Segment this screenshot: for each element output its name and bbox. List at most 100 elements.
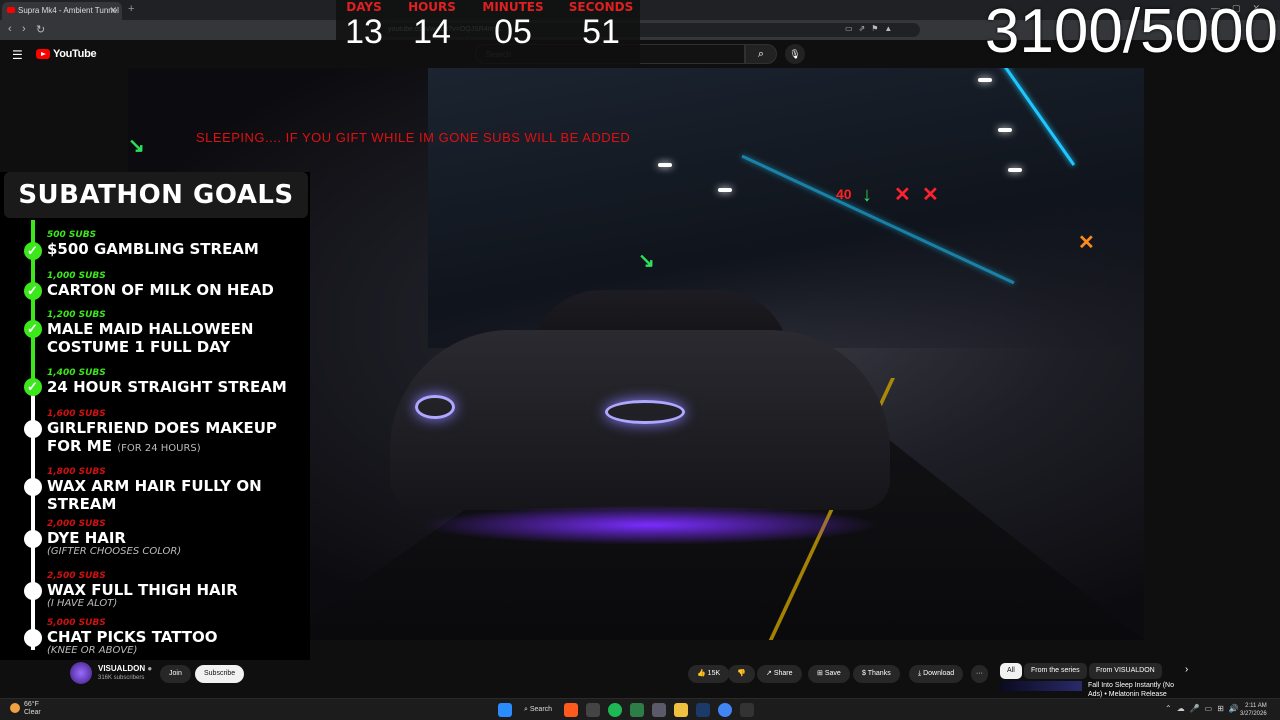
goal-requirement: 1,400 SUBS xyxy=(47,368,106,378)
verified-icon: ● xyxy=(147,664,153,673)
tunnel-lamp xyxy=(658,163,672,167)
goal-check-icon xyxy=(24,378,42,396)
goal-name: WAX FULL THIGH HAIR xyxy=(47,581,238,599)
save-button[interactable]: ⊞ Save xyxy=(808,665,850,683)
download-button[interactable]: ⤓ Download xyxy=(909,665,964,683)
tab-title: Supra Mk4 - Ambient Tunnel xyxy=(18,6,119,15)
countdown-value: 13 xyxy=(345,13,383,51)
reload-icon[interactable]: ↻ xyxy=(36,23,45,36)
chip-from-channel[interactable]: From VISUALDON xyxy=(1089,663,1162,679)
file-explorer-icon[interactable] xyxy=(674,703,689,717)
close-tab-icon[interactable]: ✕ xyxy=(109,5,117,16)
task-view-icon[interactable] xyxy=(586,703,601,717)
goal-subtext: (GIFTER CHOOSES COLOR) xyxy=(47,546,182,557)
download-label: Download xyxy=(923,670,955,677)
forward-icon[interactable]: › xyxy=(22,23,26,35)
xbox-icon[interactable] xyxy=(630,703,645,717)
goal-name: $500 GAMBLING STREAM xyxy=(47,240,259,258)
back-icon[interactable]: ‹ xyxy=(8,23,12,35)
goal-requirement: 1,000 SUBS xyxy=(47,271,106,281)
goal-check-icon xyxy=(24,242,42,260)
chip-all[interactable]: All xyxy=(1000,663,1022,679)
countdown-days: DAYS 13 xyxy=(340,0,388,50)
subscribe-button[interactable]: Subscribe xyxy=(195,665,245,683)
lane-closed-x-icon: ✕ xyxy=(922,184,939,206)
subathon-goals-panel: SUBATHON GOALS 500 SUBS $500 GAMBLING ST… xyxy=(0,172,310,662)
more-actions-button[interactable]: ··· xyxy=(971,665,988,683)
spotify-icon[interactable] xyxy=(608,703,623,717)
recommendation-title[interactable]: Fall Into Sleep Instantly (No Ads) • Mel… xyxy=(1088,681,1188,699)
goal-requirement: 1,200 SUBS xyxy=(47,310,106,320)
goal-item: 1,200 SUBS MALE MAID HALLOWEEN COSTUME 1… xyxy=(0,310,310,360)
mic-icon: 🎙 xyxy=(789,49,801,59)
headlight-icon xyxy=(605,400,685,424)
recommendation-thumbnail[interactable] xyxy=(1000,681,1082,691)
youtube-logo-text: YouTube xyxy=(53,48,97,60)
share-button[interactable]: ↗ Share xyxy=(757,665,802,683)
chevron-right-icon[interactable]: › xyxy=(1185,664,1188,675)
goal-item: 500 SUBS $500 GAMBLING STREAM xyxy=(0,230,310,264)
voice-search-button[interactable]: 🎙 xyxy=(785,44,805,64)
countdown-value: 51 xyxy=(582,13,620,51)
goal-subtext: (I HAVE ALOT) xyxy=(47,598,118,609)
youtube-play-icon xyxy=(36,49,50,59)
menu-icon[interactable]: ☰ xyxy=(12,48,23,62)
save-label: Save xyxy=(824,670,841,677)
steam-icon[interactable] xyxy=(696,703,711,717)
goal-check-icon xyxy=(24,282,42,300)
channel-name[interactable]: VISUALDON ● xyxy=(98,664,152,673)
youtube-logo[interactable]: YouTube xyxy=(36,48,97,60)
chrome-icon[interactable] xyxy=(718,703,733,717)
thumbs-down-icon: 👎 xyxy=(737,670,746,677)
arrow-sign-icon: ↘ xyxy=(638,250,655,272)
goal-item: 1,600 SUBS GIRLFRIEND DOES MAKEUP FOR ME… xyxy=(0,409,310,459)
tunnel-lamp xyxy=(1008,168,1022,172)
dislike-button[interactable]: 👎 xyxy=(728,665,755,683)
weather-desc: Clear xyxy=(24,709,41,716)
goal-pending-icon xyxy=(24,478,42,496)
clock-date: 3/27/2026 xyxy=(1240,711,1267,717)
goal-requirement: 1,800 SUBS xyxy=(47,467,106,477)
like-button[interactable]: 👍 15K xyxy=(688,665,730,683)
weather-widget[interactable]: 66°F Clear xyxy=(10,701,41,717)
goal-requirement: 1,600 SUBS xyxy=(47,409,106,419)
speed-limit-sign-icon: 40 xyxy=(836,186,852,202)
thumbs-up-icon: 👍 xyxy=(697,670,706,677)
app-icon[interactable] xyxy=(740,703,755,717)
taskbar-search[interactable]: ⌕ Search xyxy=(520,706,556,714)
subathon-countdown: DAYS 13 HOURS 14 MINUTES 05 SECONDS 51 xyxy=(336,0,640,64)
thanks-button[interactable]: $ Thanks xyxy=(853,665,900,683)
chip-from-series[interactable]: From the series xyxy=(1024,663,1087,679)
weather-temp: 66°F xyxy=(24,701,39,708)
new-tab-button[interactable]: + xyxy=(128,3,134,15)
goal-name: GIRLFRIEND DOES MAKEUP FOR ME (FOR 24 HO… xyxy=(47,419,305,458)
lane-closed-x-icon: ✕ xyxy=(1078,232,1095,254)
goal-name: CARTON OF MILK ON HEAD xyxy=(47,281,274,299)
join-button[interactable]: Join xyxy=(160,665,191,683)
goal-note: (FOR 24 HOURS) xyxy=(117,443,201,454)
goal-pending-icon xyxy=(24,420,42,438)
arrow-down-sign-icon: ↓ xyxy=(862,184,872,206)
headlight-icon xyxy=(415,395,455,419)
notepad-icon[interactable] xyxy=(652,703,667,717)
system-tray-icons[interactable]: ⌃☁🎤▭⊞🔊 xyxy=(1165,704,1244,713)
channel-avatar[interactable] xyxy=(70,662,92,684)
goals-title: SUBATHON GOALS xyxy=(4,172,308,218)
browser-tab[interactable]: Supra Mk4 - Ambient Tunnel ✕ xyxy=(2,2,122,20)
countdown-minutes: MINUTES 05 xyxy=(476,0,550,50)
brave-browser-icon[interactable] xyxy=(564,703,579,717)
countdown-label: MINUTES xyxy=(482,0,544,14)
search-icon: ⌕ xyxy=(757,48,765,60)
goal-name: CHAT PICKS TATTOO xyxy=(47,628,218,646)
extension-icons[interactable]: ▭⇗⚑▲ xyxy=(845,24,898,33)
taskbar-clock[interactable]: 2:11 AM 3/27/2026 xyxy=(1240,702,1267,718)
goal-requirement: 2,000 SUBS xyxy=(47,519,106,529)
countdown-label: HOURS xyxy=(408,0,456,14)
goal-requirement: 500 SUBS xyxy=(47,230,97,240)
lane-closed-x-icon: ✕ xyxy=(894,184,911,206)
goal-item: 2,500 SUBS WAX FULL THIGH HAIR (I HAVE A… xyxy=(0,571,310,617)
windows-start-icon[interactable] xyxy=(498,703,512,717)
search-button[interactable]: ⌕ xyxy=(745,44,777,64)
goal-name: DYE HAIR xyxy=(47,529,126,547)
countdown-seconds: SECONDS 51 xyxy=(564,0,638,50)
